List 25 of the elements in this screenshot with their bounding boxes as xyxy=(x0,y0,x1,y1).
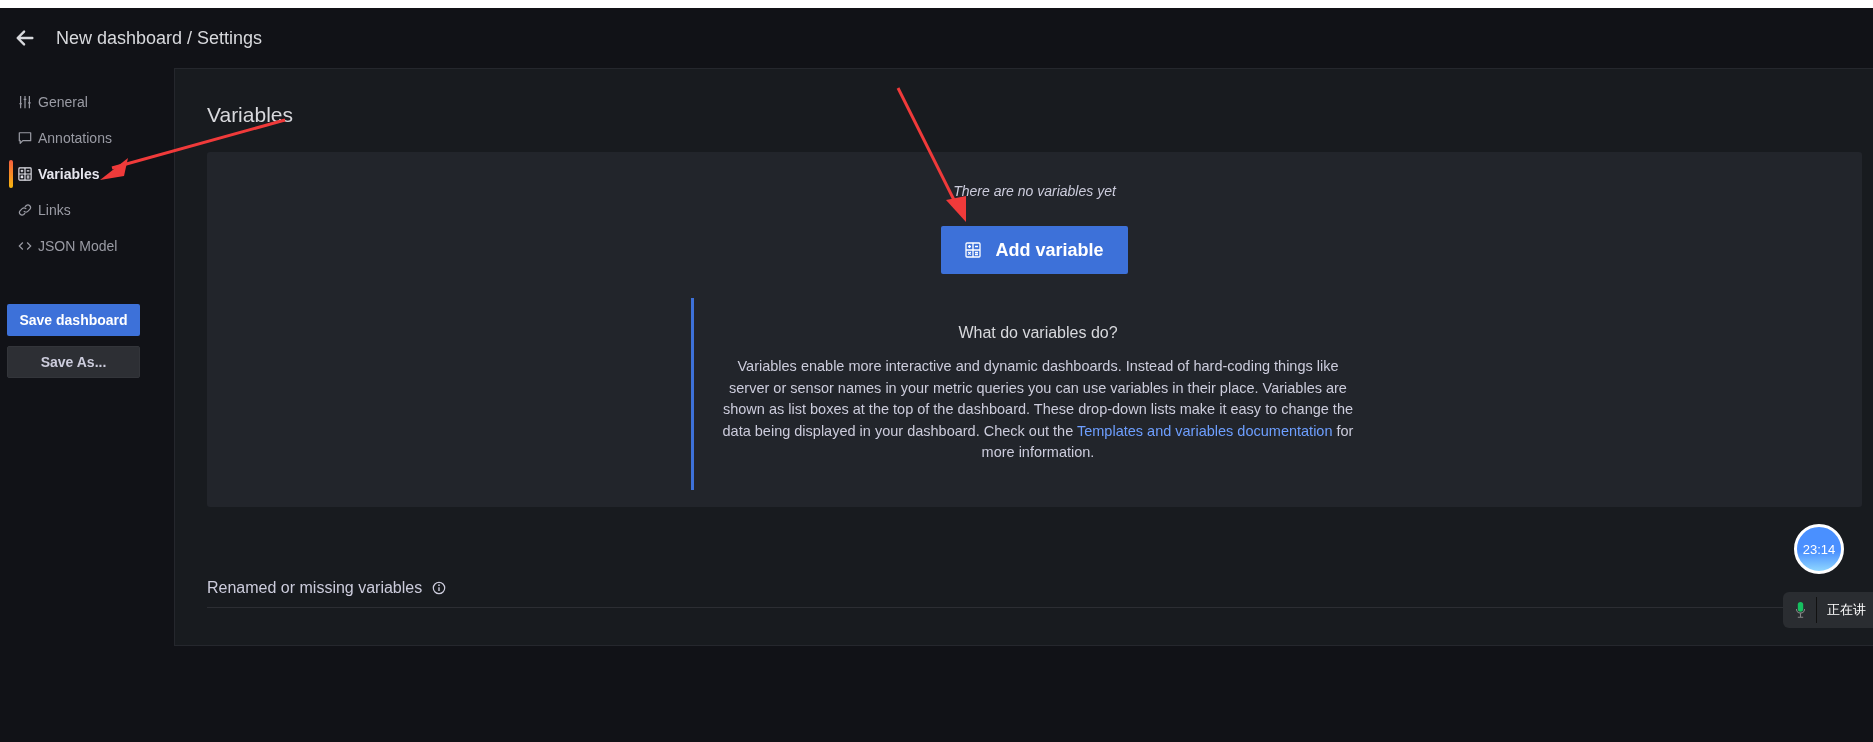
calculator-icon xyxy=(965,242,982,258)
code-icon xyxy=(18,239,32,253)
documentation-link[interactable]: Templates and variables documentation xyxy=(1076,422,1333,439)
info-title: What do variables do? xyxy=(958,324,1118,342)
empty-message: There are no variables yet xyxy=(953,183,1116,199)
sidebar-item[interactable]: General xyxy=(0,84,174,120)
sidebar-item[interactable]: JSON Model xyxy=(0,228,174,264)
sliders-icon xyxy=(18,95,32,109)
section-heading: Renamed or missing variables xyxy=(207,579,423,597)
info-paragraph: Variables enable more interactive and dynamic dashboards. Instead of hard-coding things like server or sensor names in your metric queries you can use variables in their place. Variables are shown as list boxes at the top of the dashboard. These drop-down lists make it easy to change the data being displayed in your dashboard. Check out the Templates and variables documentation for more information. xyxy=(721,357,1355,462)
back-arrow-icon[interactable] xyxy=(14,27,36,49)
section-title: Variables xyxy=(207,103,293,127)
add-variable-button[interactable]: Add variable xyxy=(941,226,1128,274)
page-title: New dashboard / Settings xyxy=(56,27,263,49)
calculator-icon xyxy=(18,167,32,181)
link-icon xyxy=(18,203,32,217)
save-as-button[interactable]: Save As... xyxy=(7,346,140,378)
microphone-icon xyxy=(1795,601,1806,619)
sidebar-item[interactable]: Variables xyxy=(0,156,174,192)
save-button[interactable]: Save dashboard xyxy=(7,304,140,336)
info-icon[interactable] xyxy=(432,581,447,595)
sidebar-item[interactable]: Annotations xyxy=(0,120,174,156)
sidebar-item[interactable]: Links xyxy=(0,192,174,228)
speech-status: 正在讲 xyxy=(1827,601,1866,619)
comment-icon xyxy=(18,131,32,145)
